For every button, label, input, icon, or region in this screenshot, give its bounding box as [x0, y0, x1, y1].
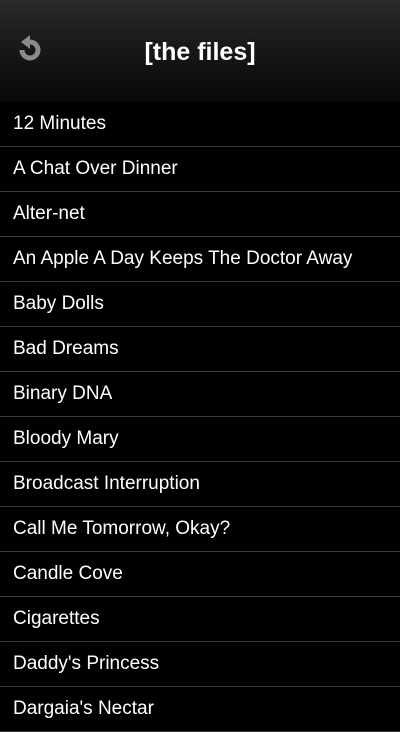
- navigation-bar: [the files]: [0, 0, 400, 104]
- file-list: 12 Minutes A Chat Over Dinner Alter-net …: [0, 102, 400, 732]
- list-item[interactable]: Bad Dreams: [0, 327, 400, 372]
- list-item[interactable]: Cigarettes: [0, 597, 400, 642]
- list-item[interactable]: An Apple A Day Keeps The Doctor Away: [0, 237, 400, 282]
- list-item[interactable]: Candle Cove: [0, 552, 400, 597]
- list-item[interactable]: Broadcast Interruption: [0, 462, 400, 507]
- list-item[interactable]: Call Me Tomorrow, Okay?: [0, 507, 400, 552]
- list-item[interactable]: Daddy's Princess: [0, 642, 400, 687]
- list-item[interactable]: Binary DNA: [0, 372, 400, 417]
- page-title: [the files]: [144, 38, 256, 66]
- list-item[interactable]: Bloody Mary: [0, 417, 400, 462]
- list-item[interactable]: A Chat Over Dinner: [0, 147, 400, 192]
- list-item[interactable]: Alter-net: [0, 192, 400, 237]
- list-item[interactable]: Baby Dolls: [0, 282, 400, 327]
- list-item[interactable]: 12 Minutes: [0, 102, 400, 147]
